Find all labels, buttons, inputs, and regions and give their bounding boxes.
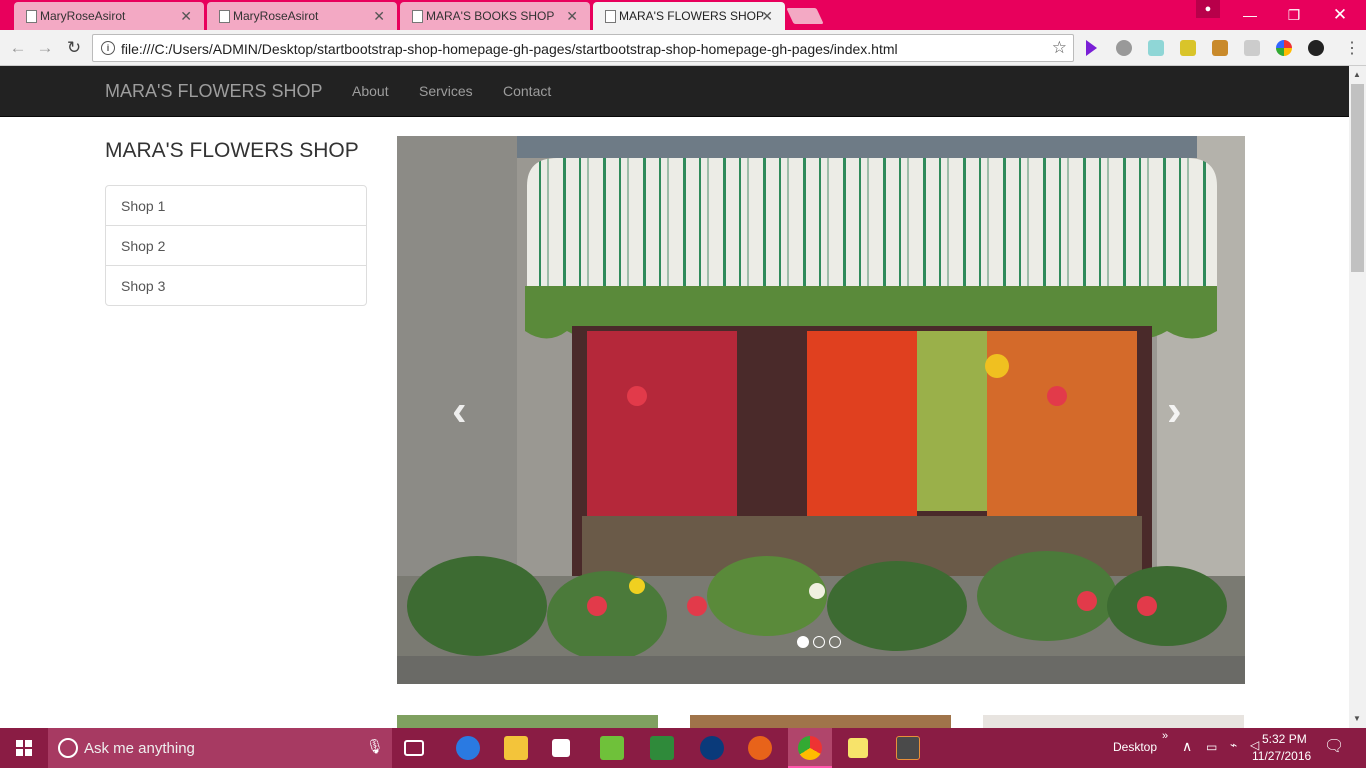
action-center-icon[interactable]: 🗨 [1324,736,1344,756]
store-icon[interactable] [552,739,570,757]
app-icon[interactable] [600,736,624,760]
address-bar[interactable]: i file:///C:/Users/ADMIN/Desktop/startbo… [92,34,1074,62]
tab-title: MaryRoseAsirot [233,9,319,23]
tab-title: MaryRoseAsirot [40,9,126,23]
close-icon[interactable]: ✕ [373,8,385,25]
tray-overflow-icon[interactable]: ∧ [1182,738,1192,755]
edge-icon[interactable] [456,736,480,760]
tab-title: MARA'S FLOWERS SHOP [619,9,764,23]
browser-tab-active[interactable]: MARA'S FLOWERS SHOP ✕ [593,2,785,30]
window-close-button[interactable]: ✕ [1318,0,1362,30]
reload-button[interactable]: ↻ [62,36,86,60]
info-icon[interactable]: i [101,41,115,55]
network-icon[interactable]: ⌁ [1230,738,1237,752]
page-scrollbar[interactable]: ▲ ▼ [1349,66,1366,728]
cortana-search-box[interactable]: Ask me anything 🎙 [48,728,392,768]
browser-toolbar: ← → ↻ i file:///C:/Users/ADMIN/Desktop/s… [0,30,1366,66]
close-icon[interactable]: ✕ [566,8,578,25]
extension-icon[interactable] [1180,40,1196,56]
scroll-thumb[interactable] [1351,84,1364,272]
chrome-menu-icon[interactable]: ⋮ [1344,38,1360,58]
battery-icon[interactable]: ▭ [1206,740,1217,754]
extension-icon[interactable] [1308,40,1324,56]
windows-taskbar: Ask me anything 🎙 Desktop » ∧ ▭ ⌁ ◁ 5:32… [0,728,1366,768]
search-placeholder[interactable]: Ask me anything [84,740,195,757]
flower-shop-photo [397,136,1245,684]
navbar-brand[interactable]: MARA'S FLOWERS SHOP [105,81,322,102]
start-button[interactable] [0,728,48,768]
page-icon [26,10,37,23]
product-thumbnail[interactable] [983,715,1244,728]
extension-icon[interactable] [1276,40,1292,56]
file-explorer-icon[interactable] [504,736,528,760]
nav-link-contact[interactable]: Contact [503,83,551,99]
profile-icon[interactable]: ● [1196,0,1220,18]
firefox-icon[interactable] [748,736,772,760]
task-view-icon[interactable] [404,740,424,756]
shop-link[interactable]: Shop 2 [105,225,367,266]
page-icon [605,10,616,23]
sublime-text-icon[interactable] [896,736,920,760]
clock-date[interactable]: 11/27/2016 [1252,749,1311,763]
microphone-icon[interactable]: 🎙 [366,738,384,755]
forward-button[interactable]: → [33,36,57,60]
sidebar-title: MARA'S FLOWERS SHOP [105,139,359,162]
minimize-button[interactable]: — [1228,0,1272,30]
chrome-icon [798,736,822,760]
close-icon[interactable]: ✕ [761,8,773,25]
shop-link[interactable]: Shop 3 [105,265,367,306]
carousel-indicator[interactable] [797,636,809,648]
browser-tab[interactable]: MARA'S BOOKS SHOP ✕ [400,2,590,30]
new-tab-button[interactable] [786,8,824,24]
tab-title: MARA'S BOOKS SHOP [426,9,555,23]
extension-icon[interactable] [1244,40,1260,56]
play-extension-icon[interactable] [1086,40,1097,56]
extension-icon[interactable] [1148,40,1164,56]
nav-link-about[interactable]: About [352,83,389,99]
windows-logo-icon [16,740,32,756]
scroll-down-icon[interactable]: ▼ [1353,714,1361,723]
browser-tab[interactable]: MaryRoseAsirot ✕ [14,2,204,30]
restore-button[interactable]: ❐ [1272,0,1316,30]
image-carousel: ‹ › [397,136,1245,684]
cortana-icon [58,738,78,758]
toolbar-expand-icon[interactable]: » [1162,730,1168,742]
notes-app-icon[interactable] [650,736,674,760]
sticky-notes-icon[interactable] [848,738,868,758]
browser-tab[interactable]: MaryRoseAsirot ✕ [207,2,397,30]
bluetooth-icon[interactable] [700,736,724,760]
bookmark-star-icon[interactable]: ☆ [1052,38,1067,58]
nav-link-services[interactable]: Services [419,83,473,99]
extension-icon[interactable] [1116,40,1132,56]
scroll-up-icon[interactable]: ▲ [1353,70,1361,79]
product-thumbnail[interactable] [690,715,951,728]
shop-link[interactable]: Shop 1 [105,185,367,226]
close-icon[interactable]: ✕ [180,8,192,25]
desktop-toolbar-label[interactable]: Desktop [1113,740,1157,754]
back-button[interactable]: ← [6,36,30,60]
url-text[interactable]: file:///C:/Users/ADMIN/Desktop/startboot… [121,41,898,57]
extension-icon[interactable] [1212,40,1228,56]
carousel-indicator[interactable] [829,636,841,648]
page-icon [412,10,423,23]
clock-time[interactable]: 5:32 PM [1262,732,1307,746]
site-navbar: MARA'S FLOWERS SHOP About Services Conta… [0,66,1349,117]
carousel-prev-icon[interactable]: ‹ [452,386,467,436]
carousel-indicator[interactable] [813,636,825,648]
shop-list: Shop 1 Shop 2 Shop 3 [105,185,367,306]
carousel-indicators [797,636,841,648]
web-page: MARA'S FLOWERS SHOP About Services Conta… [0,66,1349,728]
carousel-next-icon[interactable]: › [1167,386,1182,436]
page-icon [219,10,230,23]
browser-tab-strip: MaryRoseAsirot ✕ MaryRoseAsirot ✕ MARA'S… [0,0,1366,30]
product-thumbnail[interactable] [397,715,658,728]
